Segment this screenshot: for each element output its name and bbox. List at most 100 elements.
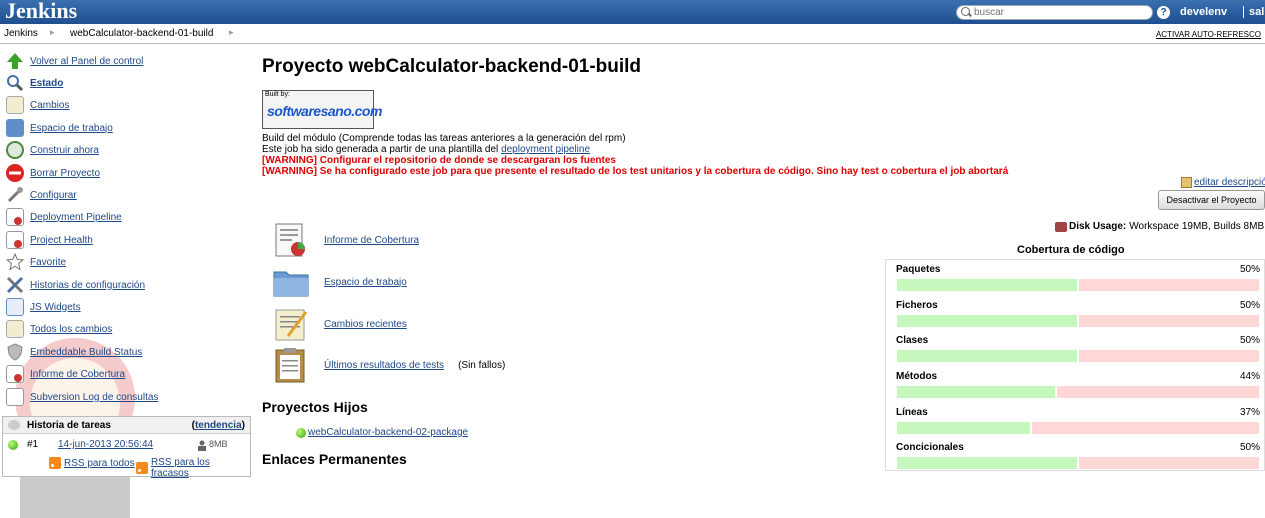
coverage-title: Cobertura de código xyxy=(1017,244,1125,256)
sidebar-item-label[interactable]: Estado xyxy=(30,78,63,89)
person-icon xyxy=(198,440,206,451)
deployment-pipeline-link[interactable]: deployment pipeline xyxy=(501,144,590,155)
sidebar-item-project-health[interactable]: Project Health xyxy=(6,230,93,250)
help-icon[interactable]: ? xyxy=(1157,6,1170,19)
rss-icon xyxy=(49,457,61,469)
coverage-percent: 50% xyxy=(1239,264,1260,275)
jenkins-logo[interactable]: Jenkins xyxy=(5,0,77,24)
link-label[interactable]: Espacio de trabajo xyxy=(324,277,407,288)
link-label[interactable]: Últimos resultados de tests xyxy=(324,360,444,371)
link-label[interactable]: Informe de Cobertura xyxy=(324,235,419,246)
coverage-bar-covered xyxy=(896,421,1031,435)
coverage-bar-uncovered xyxy=(1078,314,1260,328)
build-date-link[interactable]: 14-jun-2013 20:56:44 xyxy=(58,439,153,450)
coverage-percent: 37% xyxy=(1239,407,1260,418)
sidebar-item-config-history[interactable]: Historias de configuración xyxy=(6,275,145,295)
coverage-row: Clases 50% xyxy=(896,335,1260,370)
document-icon xyxy=(6,208,24,226)
build-history-header: Historia de tareas (tendencia) xyxy=(3,417,250,434)
auto-refresh-link[interactable]: ACTIVAR AUTO-REFRESCO xyxy=(1156,30,1261,39)
sidebar-item-label[interactable]: Favorite xyxy=(30,257,66,268)
coverage-bar-uncovered xyxy=(1078,349,1260,363)
user-name-link[interactable]: develenv xyxy=(1180,6,1227,18)
link-label[interactable]: Cambios recientes xyxy=(324,319,407,330)
sidebar-item-all-changes[interactable]: Todos los cambios xyxy=(6,319,112,339)
sidebar-item-back-to-dashboard[interactable]: Volver al Panel de control xyxy=(6,51,143,71)
build-size: 8MB xyxy=(209,439,228,449)
rss-all-link[interactable]: RSS para todos xyxy=(64,458,135,469)
coverage-metric-name: Ficheros xyxy=(896,300,938,311)
sidebar-item-label[interactable]: Configurar xyxy=(30,190,77,201)
breadcrumb-jenkins[interactable]: Jenkins xyxy=(4,28,38,39)
sidebar-item-label[interactable]: Volver al Panel de control xyxy=(30,56,143,67)
edit-description[interactable]: editar descripción xyxy=(1181,177,1265,188)
coverage-bar-uncovered xyxy=(1030,421,1260,435)
sidebar-item-label[interactable]: Borrar Proyecto xyxy=(30,168,100,179)
coverage-bar-uncovered xyxy=(1078,456,1260,470)
coverage-bar xyxy=(896,278,1260,292)
search-input[interactable] xyxy=(974,7,1144,18)
link-workspace[interactable]: Espacio de trabajo xyxy=(272,264,407,300)
sidebar-item-workspace[interactable]: Espacio de trabajo xyxy=(6,118,113,138)
search-box[interactable] xyxy=(956,5,1153,20)
document-icon xyxy=(6,388,24,406)
link-recent-changes[interactable]: Cambios recientes xyxy=(272,306,407,342)
sidebar-item-label[interactable]: Cambios xyxy=(30,100,69,111)
sidebar-item-js-widgets[interactable]: JS Widgets xyxy=(6,297,81,317)
coverage-panel: Paquetes 50% Ficheros 50% Clases 50% Métodos 44… xyxy=(885,259,1265,471)
coverage-bar-covered xyxy=(896,385,1057,399)
sidebar-item-label[interactable]: Embeddable Build Status xyxy=(30,347,142,358)
sidebar-item-embeddable-build-status[interactable]: Embeddable Build Status xyxy=(6,342,142,362)
success-ball-icon xyxy=(296,427,306,438)
child-projects-title: Proyectos Hijos xyxy=(262,399,368,415)
sidebar-item-label[interactable]: Historias de configuración xyxy=(30,280,145,291)
notepad-icon xyxy=(6,320,24,338)
breadcrumb-project[interactable]: webCalculator-backend-01-build xyxy=(70,28,213,39)
sidebar-item-configure[interactable]: Configurar xyxy=(6,185,77,205)
sidebar-item-label[interactable]: Todos los cambios xyxy=(30,324,112,335)
clipboard-icon xyxy=(272,347,310,383)
edit-description-link[interactable]: editar descripción xyxy=(1194,177,1265,188)
rss-failures[interactable]: RSS para los fracasos xyxy=(136,457,250,479)
disk-usage-value: Workspace 19MB, Builds 8MB xyxy=(1129,221,1265,232)
sidebar-item-favorite[interactable]: Favorite xyxy=(5,252,66,272)
sidebar-item-label[interactable]: Informe de Cobertura xyxy=(30,369,125,380)
sidebar-item-delete-project[interactable]: Borrar Proyecto xyxy=(6,163,100,183)
link-latest-test-results[interactable]: Últimos resultados de tests (Sin fallos) xyxy=(272,347,505,383)
child-project-link[interactable]: webCalculator-backend-02-package xyxy=(308,427,468,438)
child-project-item[interactable]: webCalculator-backend-02-package xyxy=(296,427,468,438)
description-text: Este job ha sido generada a partir de un… xyxy=(262,144,502,155)
sidebar-item-label[interactable]: Project Health xyxy=(30,235,93,246)
built-by-logo-image: Built by: softwaresano.com xyxy=(262,90,382,129)
rss-icon xyxy=(136,462,148,474)
sidebar-item-label[interactable]: Espacio de trabajo xyxy=(30,123,113,134)
coverage-metric-name: Métodos xyxy=(896,371,938,382)
disk-usage: Disk Usage: Workspace 19MB, Builds 8MB xyxy=(1055,221,1264,232)
sidebar-item-svn-log[interactable]: Subversion Log de consultas xyxy=(6,387,158,407)
clock-icon xyxy=(6,141,24,159)
page-title: Proyecto webCalculator-backend-01-build xyxy=(262,56,642,77)
rss-all[interactable]: RSS para todos xyxy=(49,457,135,469)
sidebar-item-status[interactable]: Estado xyxy=(6,73,63,93)
sidebar-item-coverage-report[interactable]: Informe de Cobertura xyxy=(6,364,125,384)
coverage-row: Concicionales 50% xyxy=(896,442,1260,477)
trend-link[interactable]: tendencia xyxy=(195,420,242,431)
sidebar-item-deployment-pipeline[interactable]: Deployment Pipeline xyxy=(6,207,122,227)
sidebar-item-label[interactable]: Construir ahora xyxy=(30,145,99,156)
sidebar-item-label[interactable]: JS Widgets xyxy=(30,302,81,313)
logout-link[interactable]: sali xyxy=(1243,6,1265,18)
edit-icon xyxy=(1181,177,1192,188)
disk-usage-label: Disk Usage: xyxy=(1069,221,1127,232)
sidebar-item-build-now[interactable]: Construir ahora xyxy=(6,140,99,160)
coverage-report-icon xyxy=(272,222,310,258)
sidebar-item-label[interactable]: Subversion Log de consultas xyxy=(30,392,158,403)
coverage-bar xyxy=(896,314,1260,328)
description-line-1: Build del módulo (Comprende todas las ta… xyxy=(262,133,626,144)
sidebar-item-label[interactable]: Deployment Pipeline xyxy=(30,212,122,223)
rss-failures-link[interactable]: RSS para los fracasos xyxy=(151,457,250,479)
build-history-panel: Historia de tareas (tendencia) #1 14-jun… xyxy=(2,416,251,479)
link-coverage-report[interactable]: Informe de Cobertura xyxy=(272,222,419,258)
disable-project-button[interactable]: Desactivar el Proyecto xyxy=(1158,190,1265,210)
notepad-icon xyxy=(272,306,310,342)
sidebar-item-changes[interactable]: Cambios xyxy=(6,95,69,115)
